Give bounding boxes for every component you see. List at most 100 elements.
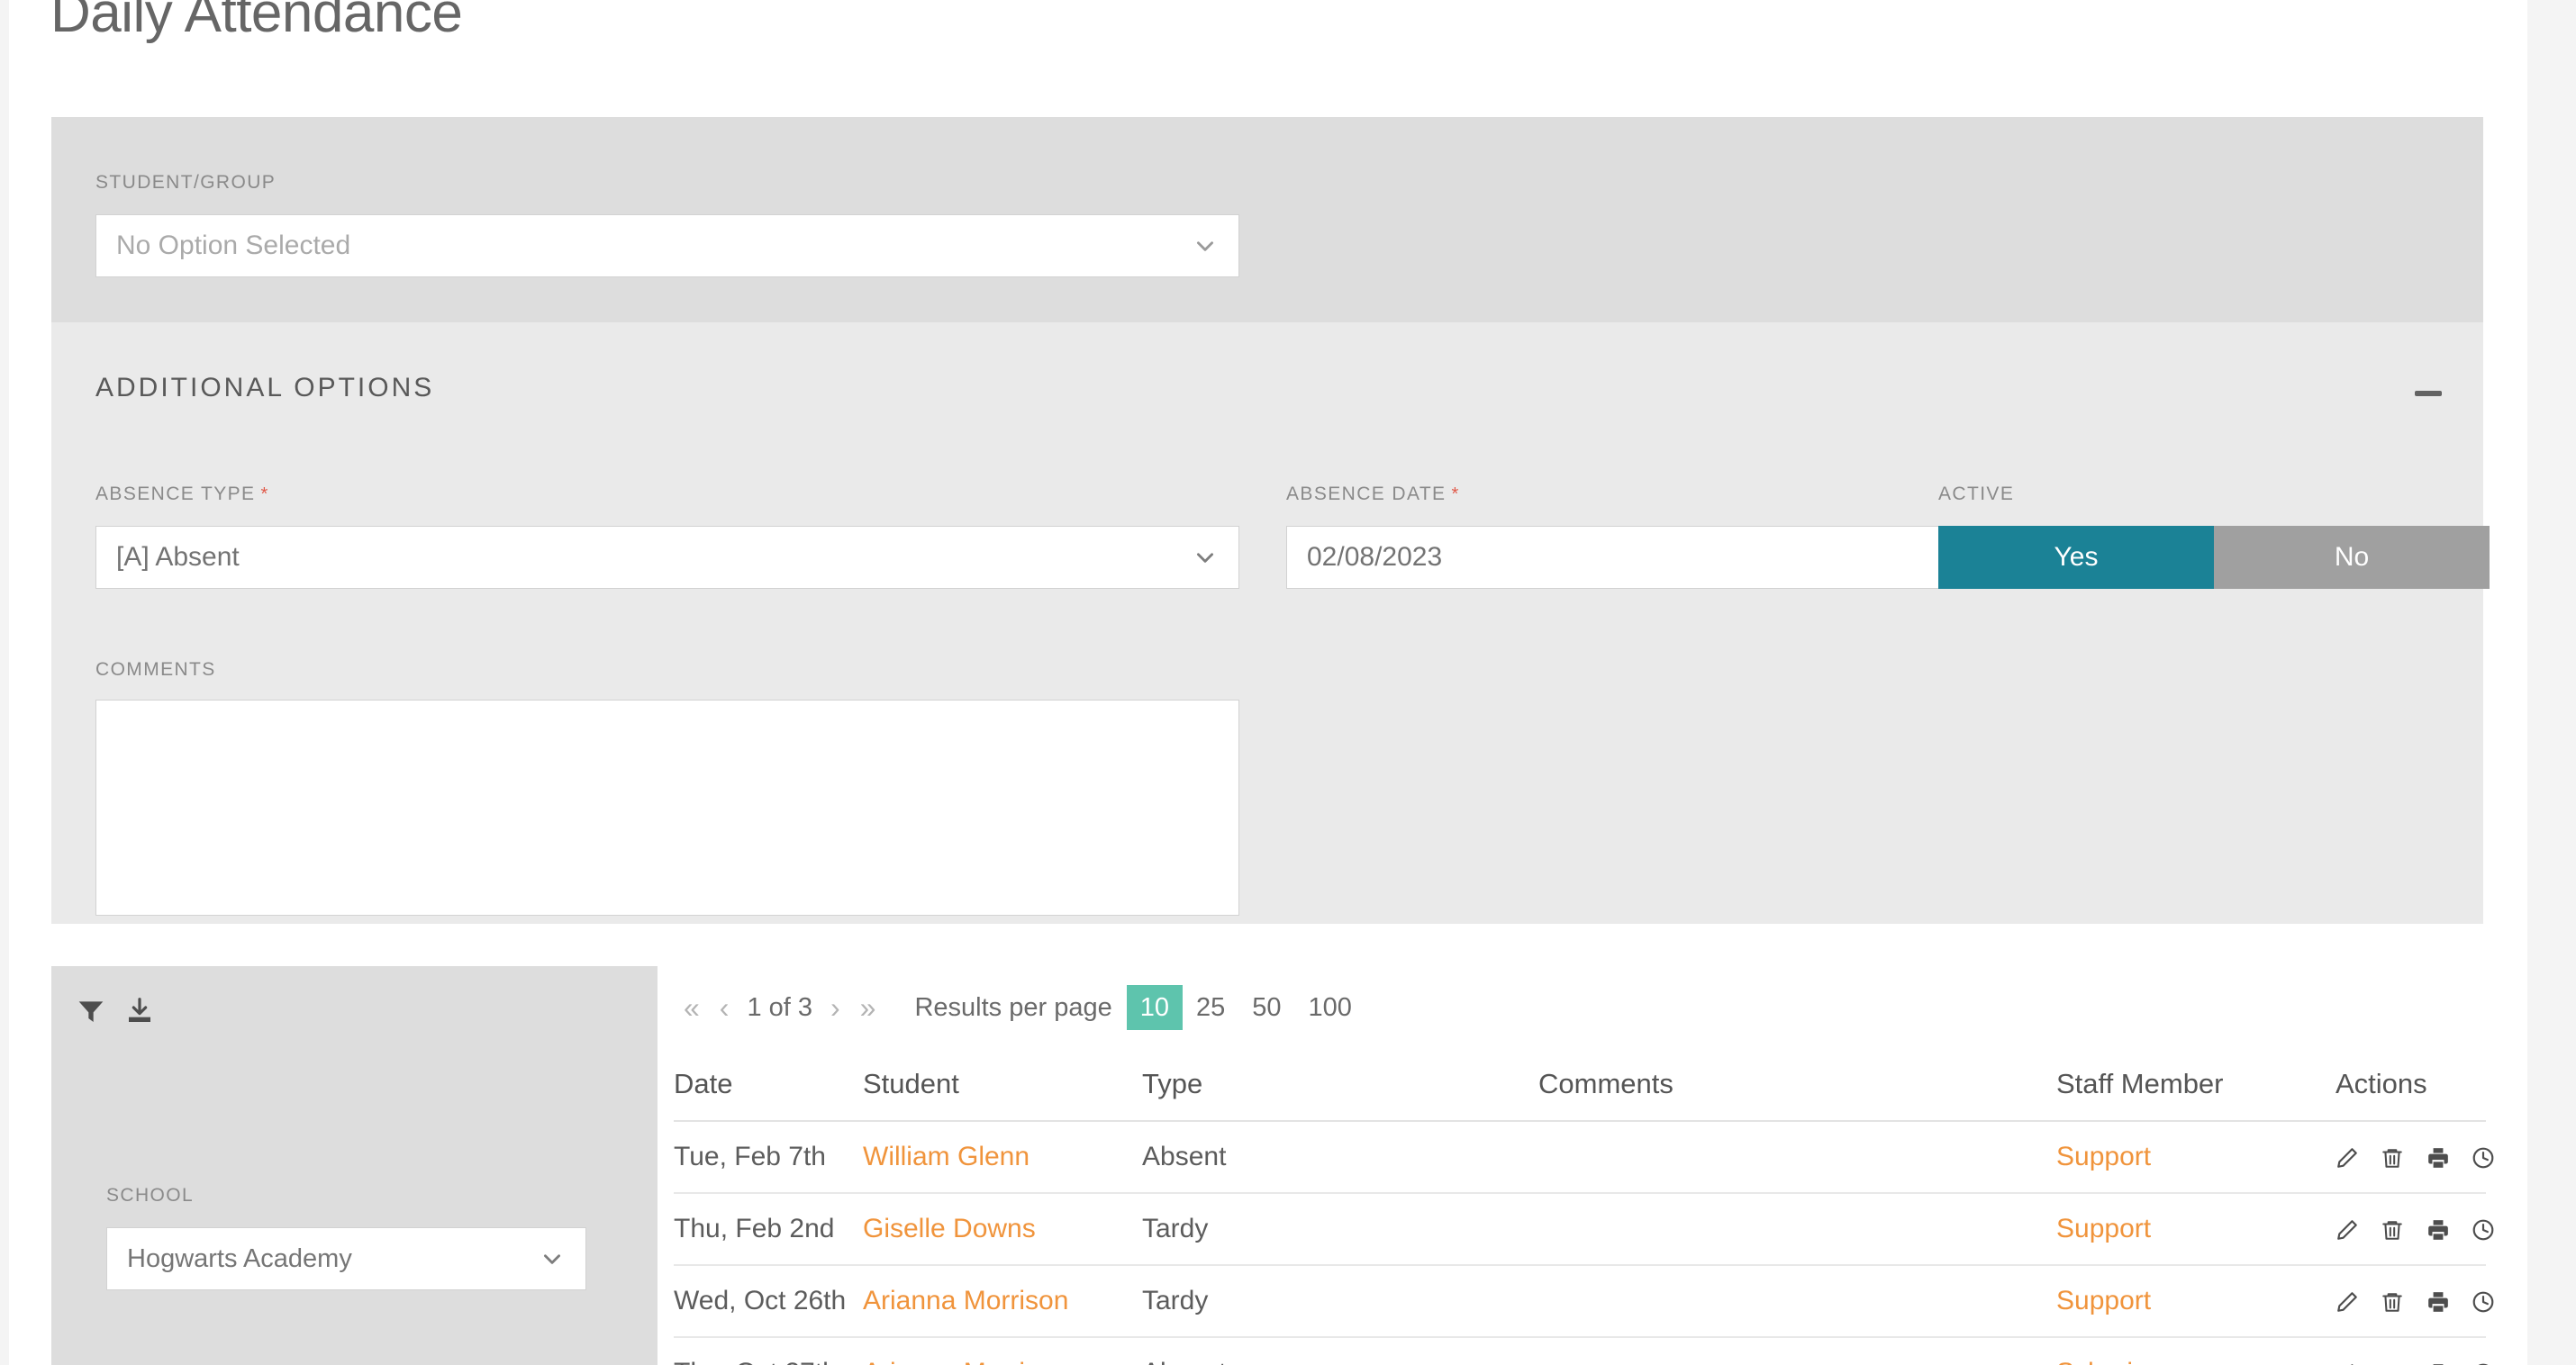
chevron-down-icon: [1193, 234, 1217, 258]
column-header-date[interactable]: Date: [674, 1068, 863, 1121]
pagination-next-button[interactable]: ›: [821, 993, 850, 1022]
absence-type-select[interactable]: [A] Absent: [95, 526, 1239, 589]
filter-sidebar-panel: SCHOOL Hogwarts Academy TYPE [A] Absent,…: [51, 966, 658, 1365]
cell-staff-member: Support: [2056, 1193, 2336, 1265]
staff-member-link[interactable]: Support: [2056, 1214, 2151, 1243]
table-row[interactable]: Thu, Feb 2nd Giselle Downs Tardy Support: [674, 1193, 2486, 1265]
column-header-type[interactable]: Type: [1142, 1068, 1538, 1121]
chevron-down-icon: [540, 1247, 564, 1270]
page-title: Daily Attendance: [50, 0, 462, 41]
minus-icon[interactable]: [2415, 378, 2442, 405]
cell-actions: [2336, 1337, 2486, 1365]
column-header-staff-member[interactable]: Staff Member: [2056, 1068, 2336, 1121]
pagination-first-button[interactable]: «: [674, 993, 710, 1022]
active-toggle-group: Yes No: [1938, 526, 2490, 589]
student-link[interactable]: Arianna Morrison: [863, 1358, 1068, 1365]
staff-member-link[interactable]: Support: [2056, 1142, 2151, 1171]
edit-pencil-icon[interactable]: [2336, 1146, 2359, 1170]
cell-type: Tardy: [1142, 1265, 1538, 1337]
active-yes-button[interactable]: Yes: [1938, 526, 2214, 589]
table-header-row: Date Student Type Comments Staff Member …: [674, 1068, 2486, 1121]
pagination-page-indicator: 1 of 3: [739, 993, 821, 1023]
cell-staff-member: Support: [2056, 1265, 2336, 1337]
results-per-page-25[interactable]: 25: [1183, 985, 1238, 1031]
absence-date-value: 02/08/2023: [1287, 542, 1442, 573]
active-label: ACTIVE: [1938, 484, 2014, 505]
active-no-button[interactable]: No: [2214, 526, 2490, 589]
print-icon[interactable]: [2426, 1290, 2450, 1314]
student-group-panel: STUDENT/GROUP No Option Selected: [51, 117, 2483, 322]
results-per-page-50[interactable]: 50: [1238, 985, 1294, 1031]
student-link[interactable]: William Glenn: [863, 1142, 1029, 1171]
cell-comments: [1538, 1265, 2056, 1337]
staff-member-link[interactable]: Support: [2056, 1286, 2151, 1315]
minus-icon-bar: [2415, 391, 2442, 396]
cell-actions: [2336, 1121, 2486, 1193]
history-clock-icon[interactable]: [2472, 1218, 2495, 1242]
download-icon[interactable]: [125, 997, 154, 1026]
cell-date: Thu, Oct 27th: [674, 1337, 863, 1365]
history-clock-icon[interactable]: [2472, 1146, 2495, 1170]
cell-actions: [2336, 1265, 2486, 1337]
student-link[interactable]: Arianna Morrison: [863, 1286, 1068, 1315]
column-header-comments[interactable]: Comments: [1538, 1068, 2056, 1121]
filter-toolbar: [77, 997, 154, 1026]
column-header-student[interactable]: Student: [863, 1068, 1142, 1121]
results-per-page-100[interactable]: 100: [1295, 985, 1365, 1031]
required-marker: *: [260, 484, 268, 504]
staff-member-link[interactable]: Schreiner: [2056, 1358, 2172, 1365]
comments-label: COMMENTS: [95, 659, 216, 681]
attendance-table: Date Student Type Comments Staff Member …: [674, 1068, 2486, 1365]
filter-icon[interactable]: [77, 997, 105, 1026]
table-header: Date Student Type Comments Staff Member …: [674, 1068, 2486, 1121]
cell-student: Arianna Morrison: [863, 1265, 1142, 1337]
chevron-down-icon: [1193, 546, 1217, 569]
table-row[interactable]: Thu, Oct 27th Arianna Morrison Absent Sc…: [674, 1337, 2486, 1365]
student-link[interactable]: Giselle Downs: [863, 1214, 1036, 1243]
school-filter-value: Hogwarts Academy: [107, 1244, 352, 1274]
cell-type: Absent: [1142, 1337, 1538, 1365]
school-filter-select[interactable]: Hogwarts Academy: [106, 1227, 586, 1290]
cell-student: Giselle Downs: [863, 1193, 1142, 1265]
cell-date: Thu, Feb 2nd: [674, 1193, 863, 1265]
pagination-bar: « ‹ 1 of 3 › » Results per page 10 25 50…: [674, 982, 1365, 1033]
cell-student: William Glenn: [863, 1121, 1142, 1193]
edit-pencil-icon[interactable]: [2336, 1218, 2359, 1242]
results-per-page-label: Results per page: [914, 993, 1111, 1023]
app-page: Daily Attendance STUDENT/GROUP No Option…: [0, 0, 2576, 1365]
pagination-prev-button[interactable]: ‹: [710, 993, 739, 1022]
print-icon[interactable]: [2426, 1218, 2450, 1242]
cell-actions: [2336, 1193, 2486, 1265]
table-row[interactable]: Tue, Feb 7th William Glenn Absent Suppor…: [674, 1121, 2486, 1193]
student-group-label: STUDENT/GROUP: [95, 172, 276, 194]
table-row[interactable]: Wed, Oct 26th Arianna Morrison Tardy Sup…: [674, 1265, 2486, 1337]
required-marker: *: [1451, 484, 1459, 504]
results-area: « ‹ 1 of 3 › » Results per page 10 25 50…: [674, 966, 2486, 1365]
additional-options-title: ADDITIONAL OPTIONS: [95, 373, 434, 403]
results-per-page-10[interactable]: 10: [1127, 985, 1183, 1031]
left-gutter: [0, 0, 9, 1365]
school-filter-label: SCHOOL: [106, 1185, 194, 1207]
history-clock-icon[interactable]: [2472, 1290, 2495, 1314]
cell-comments: [1538, 1193, 2056, 1265]
absence-date-label: ABSENCE DATE*: [1286, 484, 1460, 505]
comments-textarea[interactable]: [95, 700, 1239, 916]
delete-trash-icon[interactable]: [2381, 1146, 2404, 1170]
delete-trash-icon[interactable]: [2381, 1290, 2404, 1314]
absence-date-label-text: ABSENCE DATE: [1286, 484, 1446, 504]
cell-type: Absent: [1142, 1121, 1538, 1193]
cell-staff-member: Schreiner: [2056, 1337, 2336, 1365]
student-group-select[interactable]: No Option Selected: [95, 214, 1239, 277]
pagination-last-button[interactable]: »: [850, 993, 886, 1022]
student-group-select-value: No Option Selected: [96, 231, 350, 261]
delete-trash-icon[interactable]: [2381, 1218, 2404, 1242]
absence-type-label: ABSENCE TYPE*: [95, 484, 269, 505]
absence-type-select-value: [A] Absent: [96, 542, 240, 573]
absence-type-label-text: ABSENCE TYPE: [95, 484, 255, 504]
cell-date: Tue, Feb 7th: [674, 1121, 863, 1193]
edit-pencil-icon[interactable]: [2336, 1290, 2359, 1314]
column-header-actions: Actions: [2336, 1068, 2486, 1121]
cell-staff-member: Support: [2056, 1121, 2336, 1193]
table-body: Tue, Feb 7th William Glenn Absent Suppor…: [674, 1121, 2486, 1365]
print-icon[interactable]: [2426, 1146, 2450, 1170]
